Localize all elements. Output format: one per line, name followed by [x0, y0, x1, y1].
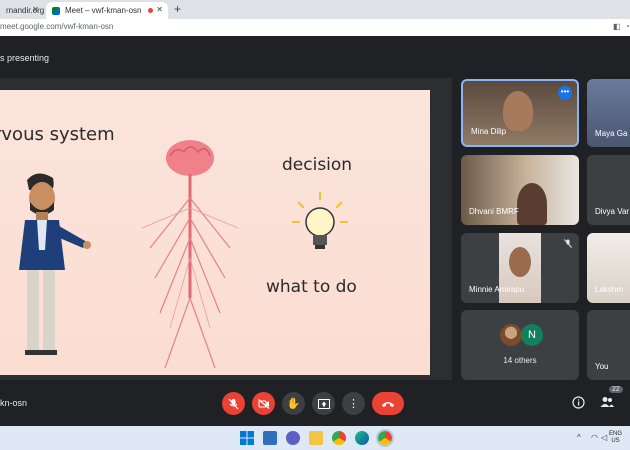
- slide: rvous system decision what to do: [0, 90, 430, 375]
- participant-name: Mina Dilip: [471, 127, 507, 136]
- tab-label: Meet – vwf-kman-osn: [65, 6, 142, 15]
- hand-icon: ✋: [286, 398, 301, 410]
- region-label: US: [611, 438, 620, 444]
- presenter-character-illustration: [19, 173, 91, 355]
- participant-video: [503, 91, 533, 131]
- mic-off-icon: [228, 398, 239, 409]
- participant-tile[interactable]: ••• Mina Dilip: [461, 79, 579, 147]
- more-vert-icon: ⋮: [348, 397, 359, 410]
- participant-name: Lakshm: [595, 285, 624, 294]
- others-count-label: 14 others: [503, 356, 537, 365]
- info-icon[interactable]: [572, 396, 585, 409]
- participant-name: Minnie Amirapu: [469, 285, 525, 294]
- language-indicator[interactable]: ENG US: [609, 431, 622, 445]
- present-icon: [317, 398, 330, 409]
- address-bar[interactable]: meet.google.com/vwf-kman-osn ◧ ◔: [0, 19, 630, 36]
- participant-avatar: N: [521, 324, 543, 346]
- participant-tile[interactable]: Maya Ga: [587, 79, 630, 147]
- edge-icon[interactable]: [355, 431, 369, 445]
- wifi-icon[interactable]: ◠: [591, 433, 598, 442]
- windows-start-icon[interactable]: [240, 431, 254, 445]
- mic-muted-icon: [564, 239, 572, 248]
- others-tile[interactable]: N 14 others: [461, 310, 579, 380]
- phone-hangup-icon: [382, 401, 394, 407]
- participant-name: Divya Var: [595, 207, 630, 216]
- file-explorer-icon[interactable]: [309, 431, 323, 445]
- browser-tab-meet[interactable]: Meet – vwf-kman-osn ✕: [46, 2, 168, 19]
- share-icon[interactable]: ◔: [625, 22, 630, 31]
- participant-tile[interactable]: Dhvani BMRF: [461, 155, 579, 225]
- slide-title: rvous system: [0, 124, 115, 145]
- recording-dot-icon: [148, 8, 153, 13]
- raise-hand-button[interactable]: ✋: [282, 392, 305, 415]
- more-options-icon[interactable]: •••: [558, 86, 572, 100]
- participant-name: Maya Ga: [595, 129, 628, 138]
- more-options-button[interactable]: ⋮: [342, 392, 365, 415]
- browser-tab-bar: rnandir.org ✕ Meet – vwf-kman-osn ✕ +: [0, 0, 630, 19]
- close-icon[interactable]: ✕: [32, 5, 39, 14]
- tray-chevron-icon[interactable]: ^: [577, 433, 581, 442]
- browser-tab-1[interactable]: rnandir.org ✕: [0, 2, 44, 19]
- participant-count-badge: 22: [609, 386, 623, 393]
- close-icon[interactable]: ✕: [156, 5, 163, 14]
- mic-toggle-button[interactable]: [222, 392, 245, 415]
- chat-icon[interactable]: [286, 431, 300, 445]
- presentation-area: rvous system decision what to do: [0, 78, 452, 380]
- url-text: meet.google.com/vwf-kman-osn: [0, 22, 114, 31]
- participant-name: You: [595, 362, 609, 371]
- camera-permission-icon[interactable]: ◧: [613, 22, 621, 31]
- slide-word-what-to-do: what to do: [266, 277, 357, 297]
- people-icon[interactable]: [600, 396, 614, 408]
- language-label: ENG: [609, 431, 623, 437]
- camera-toggle-button[interactable]: [252, 392, 275, 415]
- volume-icon[interactable]: ◁: [601, 433, 607, 442]
- new-tab-icon[interactable]: +: [174, 2, 181, 16]
- participant-avatar: [500, 324, 522, 346]
- meeting-code: kn-osn: [0, 398, 28, 408]
- participant-video: [517, 183, 547, 225]
- participant-face: [509, 247, 531, 277]
- present-screen-button[interactable]: [312, 392, 335, 415]
- nervous-system-illustration: [141, 140, 239, 368]
- slide-word-decision: decision: [282, 155, 353, 175]
- participant-name: Dhvani BMRF: [469, 207, 519, 216]
- chrome-icon[interactable]: [332, 431, 346, 445]
- meeting-controls-bar: kn-osn ✋ ⋮ 22: [0, 382, 630, 426]
- meet-favicon-icon: [52, 6, 60, 15]
- presenting-label: s presenting: [0, 53, 50, 63]
- windows-taskbar: ^ ◠ ◁ ENG US: [0, 426, 630, 450]
- lightbulb-icon: [292, 192, 348, 249]
- widgets-icon[interactable]: [263, 431, 277, 445]
- self-tile[interactable]: You: [587, 310, 630, 380]
- participant-tile[interactable]: Divya Var: [587, 155, 630, 225]
- camera-off-icon: [257, 398, 269, 409]
- participant-tile[interactable]: Minnie Amirapu: [461, 233, 579, 303]
- end-call-button[interactable]: [372, 392, 404, 415]
- chrome-active-icon[interactable]: [376, 429, 394, 447]
- participant-tile[interactable]: Lakshm: [587, 233, 630, 303]
- meet-header: s presenting: [0, 36, 630, 78]
